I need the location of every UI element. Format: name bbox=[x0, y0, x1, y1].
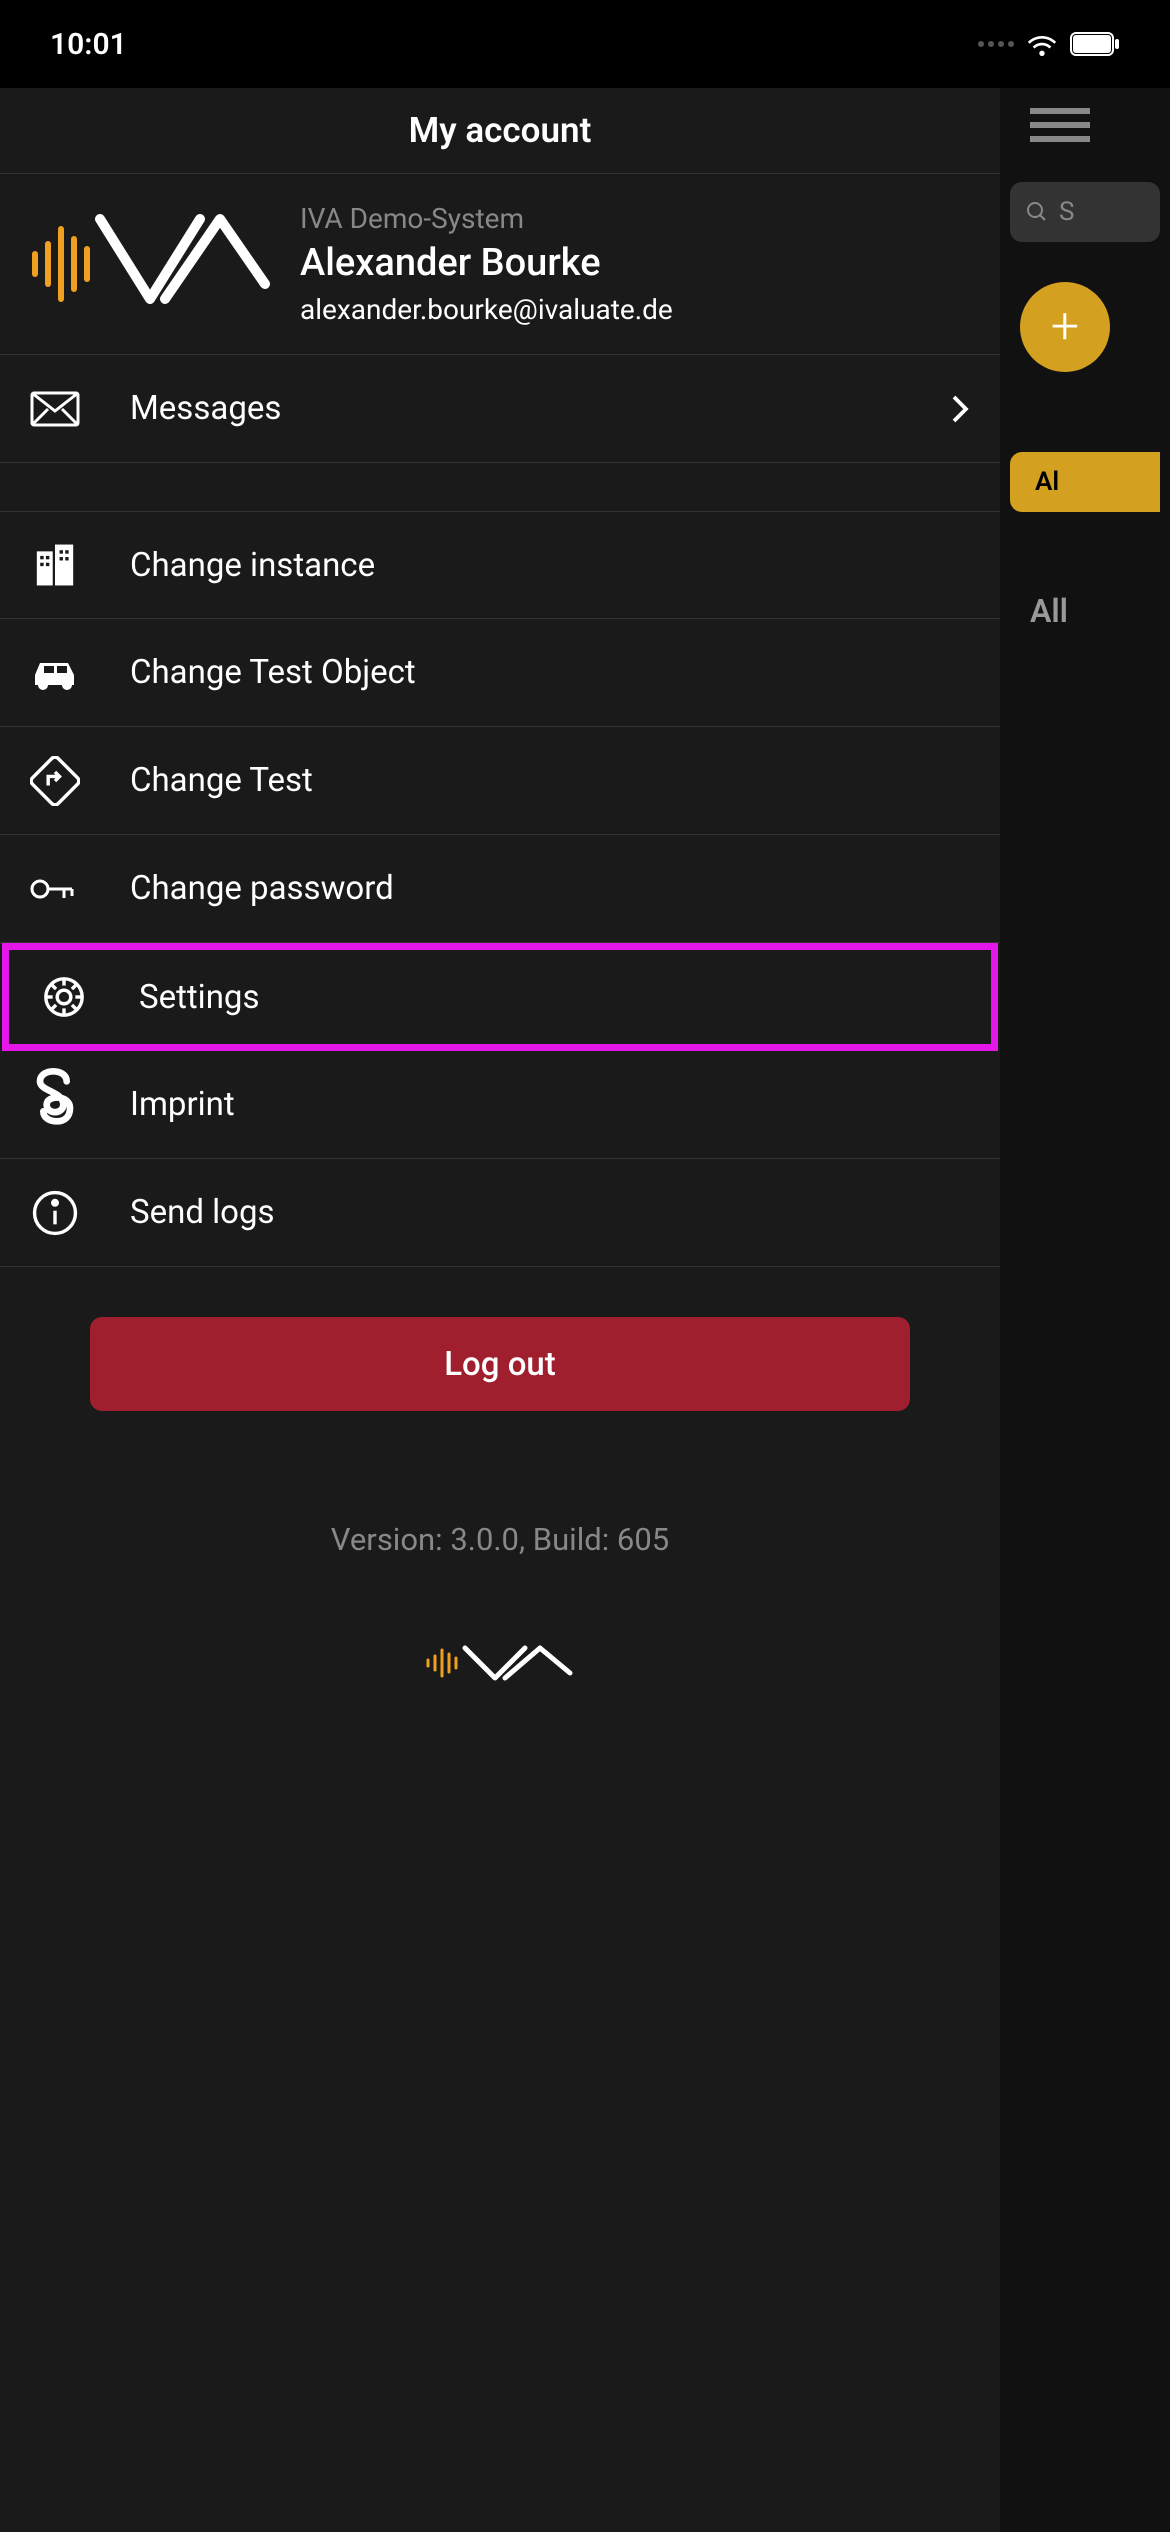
search-placeholder: S bbox=[1059, 197, 1074, 227]
user-info: IVA Demo-System Alexander Bourke alexand… bbox=[300, 202, 970, 326]
footer-logo-icon bbox=[0, 1638, 1000, 1688]
logout-button[interactable]: Log out bbox=[90, 1317, 910, 1411]
menu-item-send-logs[interactable]: Send logs bbox=[0, 1159, 1000, 1267]
menu-item-messages[interactable]: Messages bbox=[0, 355, 1000, 463]
menu-label: Change instance bbox=[130, 546, 970, 585]
add-button[interactable]: + bbox=[1020, 282, 1110, 372]
chevron-right-icon bbox=[950, 394, 970, 424]
info-icon bbox=[30, 1188, 80, 1238]
menu-item-change-test[interactable]: Change Test bbox=[0, 727, 1000, 835]
turn-sign-icon bbox=[30, 756, 80, 806]
page-title: My account bbox=[409, 110, 592, 151]
key-icon bbox=[30, 864, 80, 914]
status-bar: 10:01 bbox=[0, 0, 1170, 88]
menu-item-settings[interactable]: Settings bbox=[2, 943, 998, 1051]
all-filter-button[interactable]: Al bbox=[1010, 452, 1160, 512]
building-icon bbox=[30, 540, 80, 590]
menu-label: Change password bbox=[130, 869, 970, 908]
user-name: Alexander Bourke bbox=[300, 243, 970, 285]
user-section: IVA Demo-System Alexander Bourke alexand… bbox=[0, 174, 1000, 355]
all-heading: All bbox=[1030, 592, 1160, 630]
panel-header: My account bbox=[0, 88, 1000, 174]
gear-icon bbox=[39, 972, 89, 1022]
menu-label: Messages bbox=[130, 389, 900, 428]
car-icon bbox=[30, 648, 80, 698]
search-icon bbox=[1025, 200, 1049, 224]
menu-label: Change Test bbox=[130, 761, 970, 800]
search-input[interactable]: S bbox=[1010, 182, 1160, 242]
account-panel: My account IVA Demo-System Alexander Bo bbox=[0, 88, 1000, 2532]
app-logo-icon bbox=[30, 194, 270, 334]
menu-label: Imprint bbox=[130, 1085, 970, 1124]
version-text: Version: 3.0.0, Build: 605 bbox=[0, 1521, 1000, 1558]
wifi-icon bbox=[1026, 32, 1058, 56]
background-panel: S + Al All bbox=[1000, 88, 1170, 2532]
menu-label: Change Test Object bbox=[130, 653, 970, 692]
battery-icon bbox=[1070, 32, 1120, 56]
envelope-icon bbox=[30, 384, 80, 434]
menu-item-change-password[interactable]: Change password bbox=[0, 835, 1000, 943]
hamburger-menu-icon[interactable] bbox=[1030, 108, 1090, 142]
user-email: alexander.bourke@ivaluate.de bbox=[300, 293, 970, 326]
status-time: 10:01 bbox=[50, 27, 127, 62]
plus-icon: + bbox=[1051, 298, 1079, 356]
menu-label: Settings bbox=[139, 978, 961, 1017]
signal-dots-icon bbox=[978, 41, 1014, 47]
menu-item-imprint[interactable]: Imprint bbox=[0, 1051, 1000, 1159]
menu-item-change-instance[interactable]: Change instance bbox=[0, 511, 1000, 619]
section-sign-icon bbox=[30, 1080, 80, 1130]
menu-label: Send logs bbox=[130, 1193, 970, 1232]
system-name: IVA Demo-System bbox=[300, 202, 970, 235]
logout-section: Log out bbox=[0, 1267, 1000, 1461]
status-icons bbox=[978, 32, 1120, 56]
menu-item-change-test-object[interactable]: Change Test Object bbox=[0, 619, 1000, 727]
